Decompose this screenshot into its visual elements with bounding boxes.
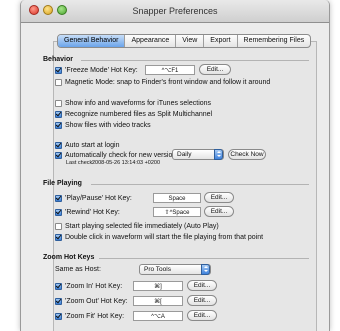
magnetic-label: Magnetic Mode: snap to Finder's front wi… [65, 78, 271, 86]
rewind-checkbox[interactable] [55, 208, 62, 216]
zoom-heading: Zoom Hot Keys [43, 254, 95, 261]
popup-arrows-icon [214, 149, 223, 160]
tab-general-behavior[interactable]: General Behavior [58, 35, 126, 47]
same-as-host-label: Same as Host: [55, 266, 101, 273]
popup-arrows-icon [201, 264, 210, 275]
tab-view[interactable]: View [176, 35, 205, 47]
playpause-checkbox[interactable] [55, 194, 62, 202]
zoomin-hotkey-field[interactable]: ⌘] [133, 281, 183, 291]
dblclick-row: Double click in waveform will start the … [55, 232, 263, 242]
check-now-button[interactable]: Check Now [228, 149, 266, 160]
zoomfit-label: 'Zoom Fit' Hot Key: [65, 312, 125, 320]
autocheck-checkbox[interactable] [55, 151, 62, 159]
zoomin-edit-button[interactable]: Edit... [187, 280, 217, 291]
itunes-checkbox[interactable] [55, 99, 62, 107]
frequency-popup[interactable]: Daily [172, 149, 224, 160]
video-row: Show files with video tracks [55, 120, 151, 130]
playpause-hotkey-field[interactable]: Space [153, 193, 201, 203]
autoplay-checkbox[interactable] [55, 222, 62, 230]
video-label: Show files with video tracks [65, 121, 151, 129]
zoomout-edit-button[interactable]: Edit... [187, 295, 217, 306]
last-check-value: 2008-05-26 13:14:03 +0200 [92, 160, 161, 166]
autoplay-label: Start playing selected file immediately … [65, 222, 219, 230]
autostart-label: Auto start at login [65, 141, 120, 149]
autoplay-row: Start playing selected file immediately … [55, 221, 219, 231]
title-bar: Snapper Preferences [21, 0, 329, 23]
split-row: Recognize numbered files as Split Multic… [55, 109, 212, 119]
tab-remembering-files[interactable]: Remembering Files [238, 35, 311, 47]
zoomin-row: 'Zoom In' Hot Key: [55, 281, 122, 291]
playpause-row: 'Play/Pause' Hot Key: [55, 193, 132, 203]
zoomout-checkbox[interactable] [55, 297, 62, 305]
freeze-edit-button[interactable]: Edit... [199, 64, 231, 75]
tab-export[interactable]: Export [204, 35, 238, 47]
autostart-checkbox[interactable] [55, 141, 62, 149]
zoomout-hotkey-field[interactable]: ⌘[ [133, 296, 183, 306]
last-check-label: Last check: [66, 160, 94, 166]
behavior-heading: Behavior [43, 56, 73, 63]
window-title: Snapper Preferences [132, 6, 218, 16]
preferences-window: Snapper Preferences General Behavior App… [20, 0, 330, 331]
autostart-row: Auto start at login [55, 140, 119, 150]
dblclick-label: Double click in waveform will start the … [65, 233, 264, 241]
freeze-hotkey-field[interactable]: ^⌥F1 [145, 65, 195, 75]
zoomfit-hotkey-field[interactable]: ^⌥A [133, 311, 183, 321]
zoomfit-edit-button[interactable]: Edit... [187, 310, 217, 321]
zoomin-checkbox[interactable] [55, 282, 62, 290]
tab-appearance[interactable]: Appearance [125, 35, 177, 47]
frequency-value: Daily [177, 151, 192, 158]
freeze-row: 'Freeze Mode' Hot Key: [55, 65, 138, 75]
file-playing-divider [91, 184, 309, 185]
itunes-label: Show info and waveforms for iTunes selec… [65, 99, 212, 107]
zoomfit-checkbox[interactable] [55, 312, 62, 320]
tab-bar: General Behavior Appearance View Export … [57, 34, 312, 48]
zoomout-label: 'Zoom Out' Hot Key: [65, 297, 128, 305]
rewind-row: 'Rewind' Hot Key: [55, 207, 120, 217]
rewind-hotkey-field[interactable]: ⇧^Space [153, 207, 201, 217]
playpause-label: 'Play/Pause' Hot Key: [65, 194, 132, 202]
zoomout-row: 'Zoom Out' Hot Key: [55, 296, 128, 306]
zoomin-label: 'Zoom In' Hot Key: [65, 282, 123, 290]
freeze-label: 'Freeze Mode' Hot Key: [65, 66, 138, 74]
video-checkbox[interactable] [55, 121, 62, 129]
split-checkbox[interactable] [55, 110, 62, 118]
magnetic-checkbox[interactable] [55, 78, 62, 86]
host-value: Pro Tools [144, 266, 171, 273]
zoom-divider [99, 258, 309, 259]
rewind-label: 'Rewind' Hot Key: [65, 208, 120, 216]
playpause-edit-button[interactable]: Edit... [204, 192, 234, 203]
magnetic-row: Magnetic Mode: snap to Finder's front wi… [55, 77, 270, 87]
host-popup[interactable]: Pro Tools [139, 264, 211, 275]
behavior-divider [81, 60, 309, 61]
autocheck-row: Automatically check for new versions [55, 150, 180, 160]
file-playing-heading: File Playing [43, 180, 82, 187]
split-label: Recognize numbered files as Split Multic… [65, 110, 213, 118]
rewind-edit-button[interactable]: Edit... [204, 206, 234, 217]
freeze-checkbox[interactable] [55, 66, 62, 74]
itunes-row: Show info and waveforms for iTunes selec… [55, 98, 211, 108]
autocheck-label: Automatically check for new versions [65, 151, 180, 159]
zoomfit-row: 'Zoom Fit' Hot Key: [55, 311, 124, 321]
dblclick-checkbox[interactable] [55, 233, 62, 241]
